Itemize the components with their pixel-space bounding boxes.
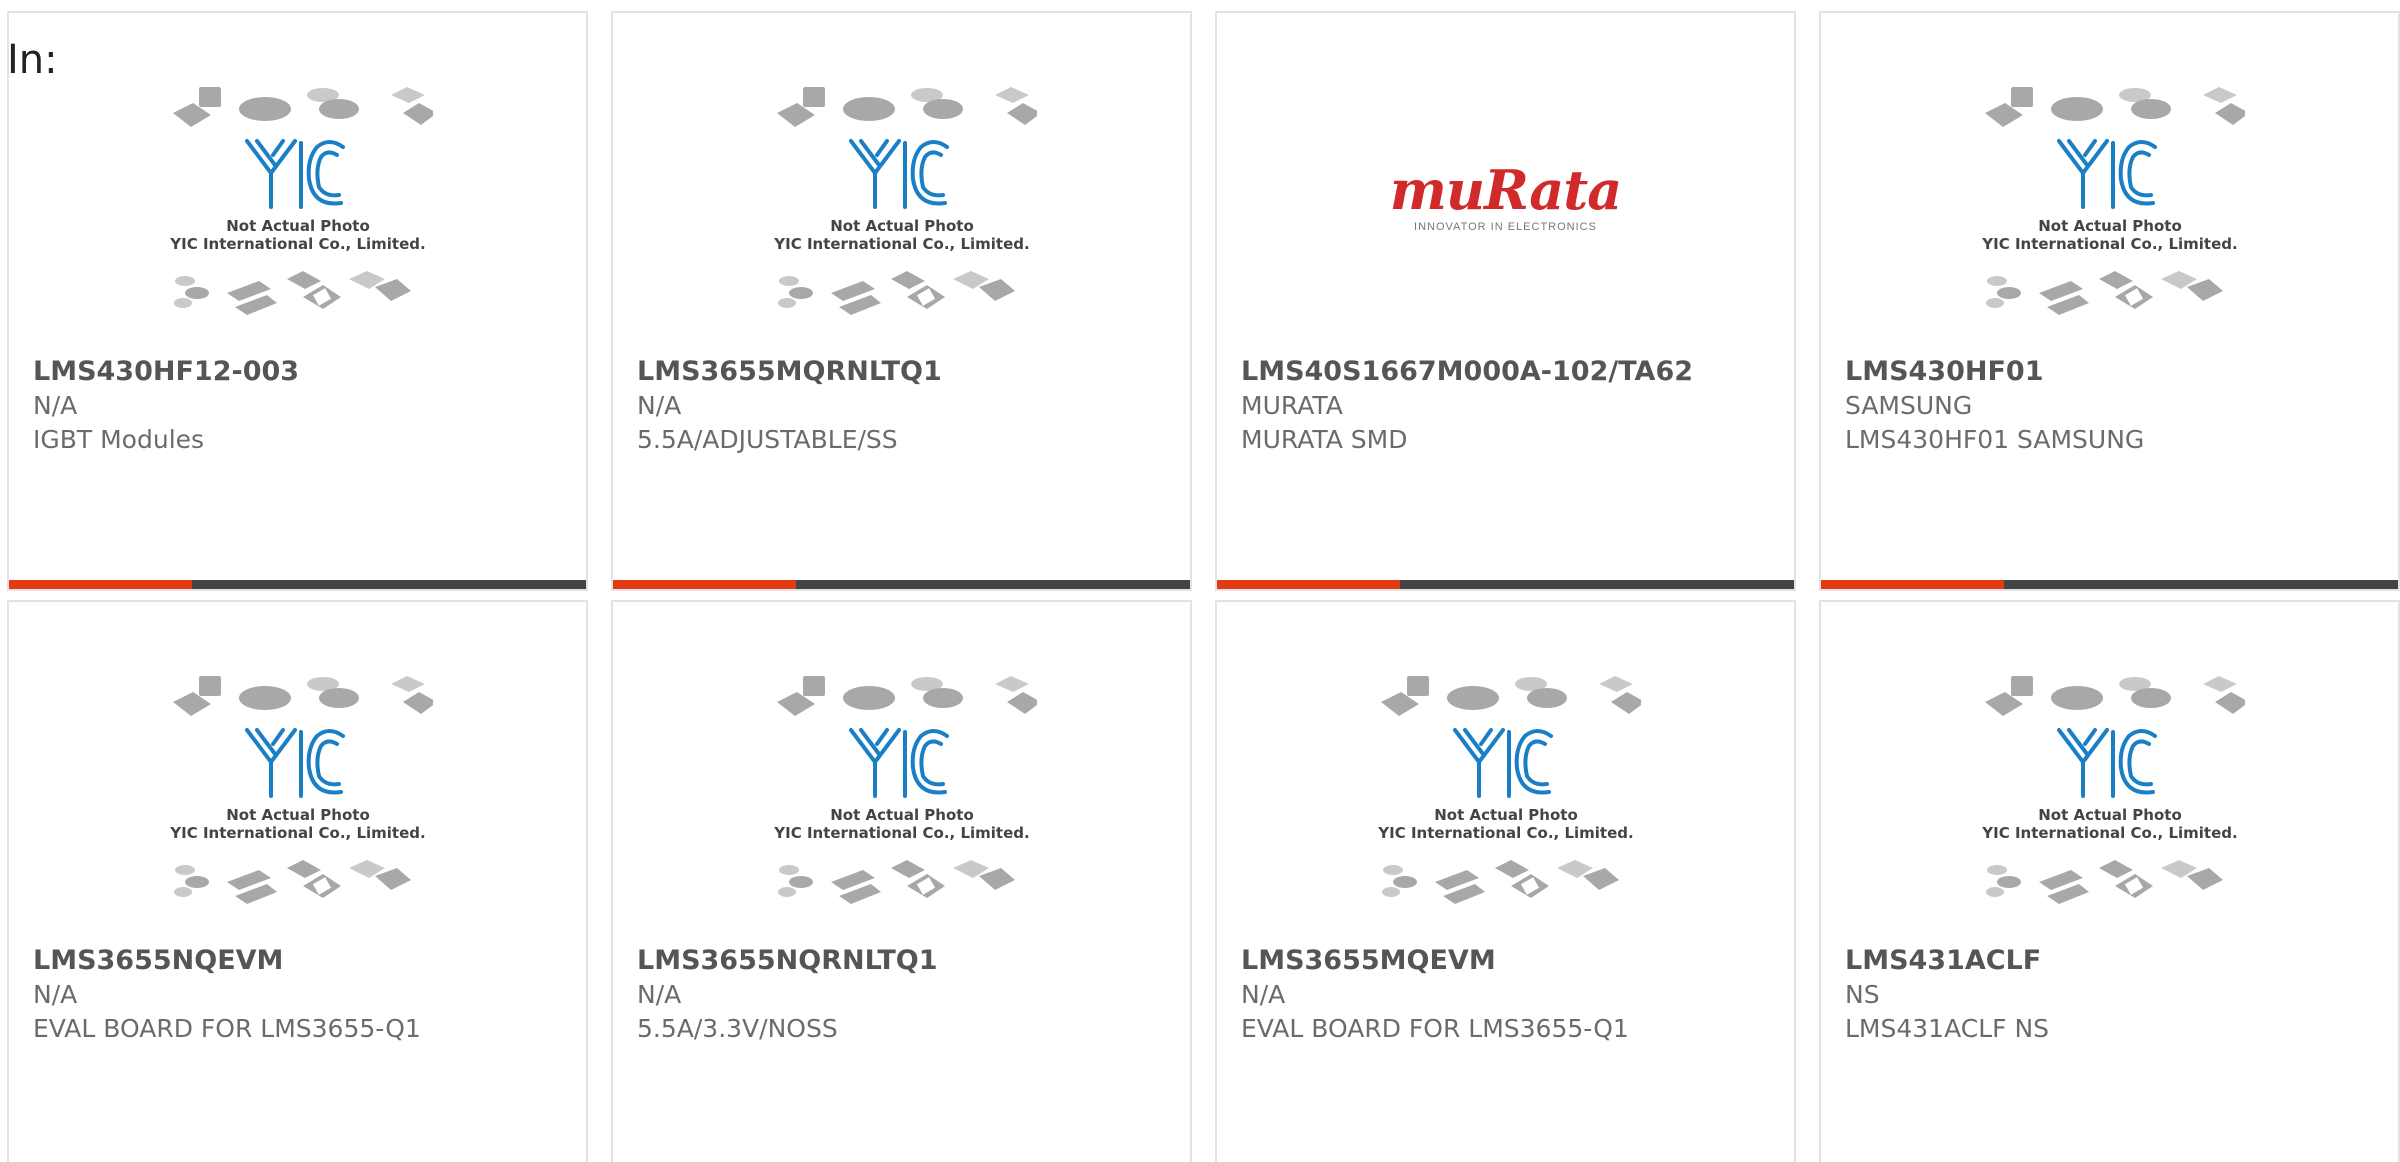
product-info: LMS3655NQRNLTQ1 N/A 5.5A/3.3V/NOSS	[637, 944, 1180, 1046]
part-number-link[interactable]: LMS3655NQRNLTQ1	[637, 944, 1180, 978]
card-bar-accent	[1217, 580, 1400, 589]
placeholder-image: Not Actual Photo YIC International Co., …	[773, 676, 1037, 904]
part-number-link[interactable]: LMS40S1667M000A-102/TA62	[1241, 355, 1784, 389]
product-info: LMS3655NQEVM N/A EVAL BOARD FOR LMS3655-Q1	[33, 944, 576, 1046]
product-info: LMS430HF01 SAMSUNG LMS430HF01 SAMSUNG	[1845, 355, 2388, 457]
manufacturer: NS	[1845, 980, 1880, 1009]
placeholder-line1: Not Actual Photo	[830, 806, 974, 824]
product-card[interactable]: Not Actual Photo YIC International Co., …	[1215, 600, 1796, 1162]
description: 5.5A/3.3V/NOSS	[637, 1014, 838, 1043]
product-image[interactable]: Not Actual Photo YIC International Co., …	[613, 83, 1190, 351]
description: LMS431ACLF NS	[1845, 1014, 2050, 1043]
placeholder-line1: Not Actual Photo	[2038, 806, 2182, 824]
product-grid: Not Actual Photo YIC International Co., …	[7, 11, 2400, 1162]
manufacturer: N/A	[33, 391, 78, 420]
product-image[interactable]: Not Actual Photo YIC International Co., …	[613, 672, 1190, 940]
product-image[interactable]: Not Actual Photo YIC International Co., …	[1821, 83, 2398, 351]
product-info: LMS40S1667M000A-102/TA62 MURATA MURATA SMD	[1241, 355, 1784, 457]
product-card[interactable]: Not Actual Photo YIC International Co., …	[7, 11, 588, 591]
card-bottom-bar	[613, 580, 1190, 589]
card-bottom-bar	[9, 580, 586, 589]
manufacturer: MURATA	[1241, 391, 1343, 420]
manufacturer: SAMSUNG	[1845, 391, 1973, 420]
manufacturer: N/A	[33, 980, 78, 1009]
description: LMS430HF01 SAMSUNG	[1845, 425, 2145, 454]
placeholder-image: Not Actual Photo YIC International Co., …	[169, 676, 433, 904]
placeholder-line2: YIC International Co., Limited.	[773, 235, 1029, 253]
placeholder-image: Not Actual Photo YIC International Co., …	[1377, 676, 1641, 904]
placeholder-line1: Not Actual Photo	[1434, 806, 1578, 824]
placeholder-line1: Not Actual Photo	[2038, 217, 2182, 235]
placeholder-line2: YIC International Co., Limited.	[1981, 824, 2237, 842]
description: 5.5A/ADJUSTABLE/SS	[637, 425, 898, 454]
placeholder-image: Not Actual Photo YIC International Co., …	[1981, 676, 2245, 904]
product-info: LMS431ACLF NS LMS431ACLF NS	[1845, 944, 2388, 1046]
part-number-link[interactable]: LMS431ACLF	[1845, 944, 2388, 978]
part-number-link[interactable]: LMS430HF01	[1845, 355, 2388, 389]
product-info: LMS3655MQEVM N/A EVAL BOARD FOR LMS3655-Q1	[1241, 944, 1784, 1046]
placeholder-line2: YIC International Co., Limited.	[773, 824, 1029, 842]
placeholder-line1: Not Actual Photo	[226, 217, 370, 235]
card-bar-accent	[613, 580, 796, 589]
product-info: LMS430HF12-003 N/A IGBT Modules	[33, 355, 576, 457]
product-card[interactable]: Not Actual Photo YIC International Co., …	[7, 600, 588, 1162]
product-image[interactable]: muRata INNOVATOR IN ELECTRONICS	[1217, 83, 1794, 351]
placeholder-line1: Not Actual Photo	[226, 806, 370, 824]
placeholder-line2: YIC International Co., Limited.	[1377, 824, 1633, 842]
murata-logo-word: muRata	[1389, 158, 1622, 222]
description: EVAL BOARD FOR LMS3655-Q1	[1241, 1014, 1629, 1043]
product-image[interactable]: Not Actual Photo YIC International Co., …	[1217, 672, 1794, 940]
product-card[interactable]: muRata INNOVATOR IN ELECTRONICS LMS40S16…	[1215, 11, 1796, 591]
product-image[interactable]: Not Actual Photo YIC International Co., …	[9, 672, 586, 940]
card-bottom-bar	[1821, 580, 2398, 589]
manufacturer: N/A	[637, 980, 682, 1009]
product-info: LMS3655MQRNLTQ1 N/A 5.5A/ADJUSTABLE/SS	[637, 355, 1180, 457]
manufacturer: N/A	[1241, 980, 1286, 1009]
description: IGBT Modules	[33, 425, 205, 454]
part-number-link[interactable]: LMS3655MQRNLTQ1	[637, 355, 1180, 389]
placeholder-image: Not Actual Photo YIC International Co., …	[169, 87, 433, 315]
placeholder-image: Not Actual Photo YIC International Co., …	[773, 87, 1037, 315]
placeholder-image: Not Actual Photo YIC International Co., …	[1981, 87, 2245, 315]
product-image[interactable]: Not Actual Photo YIC International Co., …	[1821, 672, 2398, 940]
manufacturer: N/A	[637, 391, 682, 420]
part-number-link[interactable]: LMS430HF12-003	[33, 355, 576, 389]
murata-logo: muRata INNOVATOR IN ELECTRONICS	[1389, 158, 1622, 351]
product-card[interactable]: Not Actual Photo YIC International Co., …	[1819, 11, 2400, 591]
product-card[interactable]: Not Actual Photo YIC International Co., …	[611, 600, 1192, 1162]
product-card[interactable]: Not Actual Photo YIC International Co., …	[611, 11, 1192, 591]
card-bar-accent	[1821, 580, 2004, 589]
part-number-link[interactable]: LMS3655MQEVM	[1241, 944, 1784, 978]
description: MURATA SMD	[1241, 425, 1408, 454]
in-label: In:	[7, 37, 58, 83]
card-bar-accent	[9, 580, 192, 589]
page: In: Not Actual Photo YIC International C…	[0, 0, 2400, 1162]
card-bottom-bar	[1217, 580, 1794, 589]
part-number-link[interactable]: LMS3655NQEVM	[33, 944, 576, 978]
placeholder-line1: Not Actual Photo	[830, 217, 974, 235]
murata-logo-tagline: INNOVATOR IN ELECTRONICS	[1414, 221, 1597, 233]
placeholder-line2: YIC International Co., Limited.	[169, 824, 425, 842]
product-card[interactable]: Not Actual Photo YIC International Co., …	[1819, 600, 2400, 1162]
placeholder-line2: YIC International Co., Limited.	[1981, 235, 2237, 253]
placeholder-line2: YIC International Co., Limited.	[169, 235, 425, 253]
product-image[interactable]: Not Actual Photo YIC International Co., …	[9, 83, 586, 351]
description: EVAL BOARD FOR LMS3655-Q1	[33, 1014, 421, 1043]
